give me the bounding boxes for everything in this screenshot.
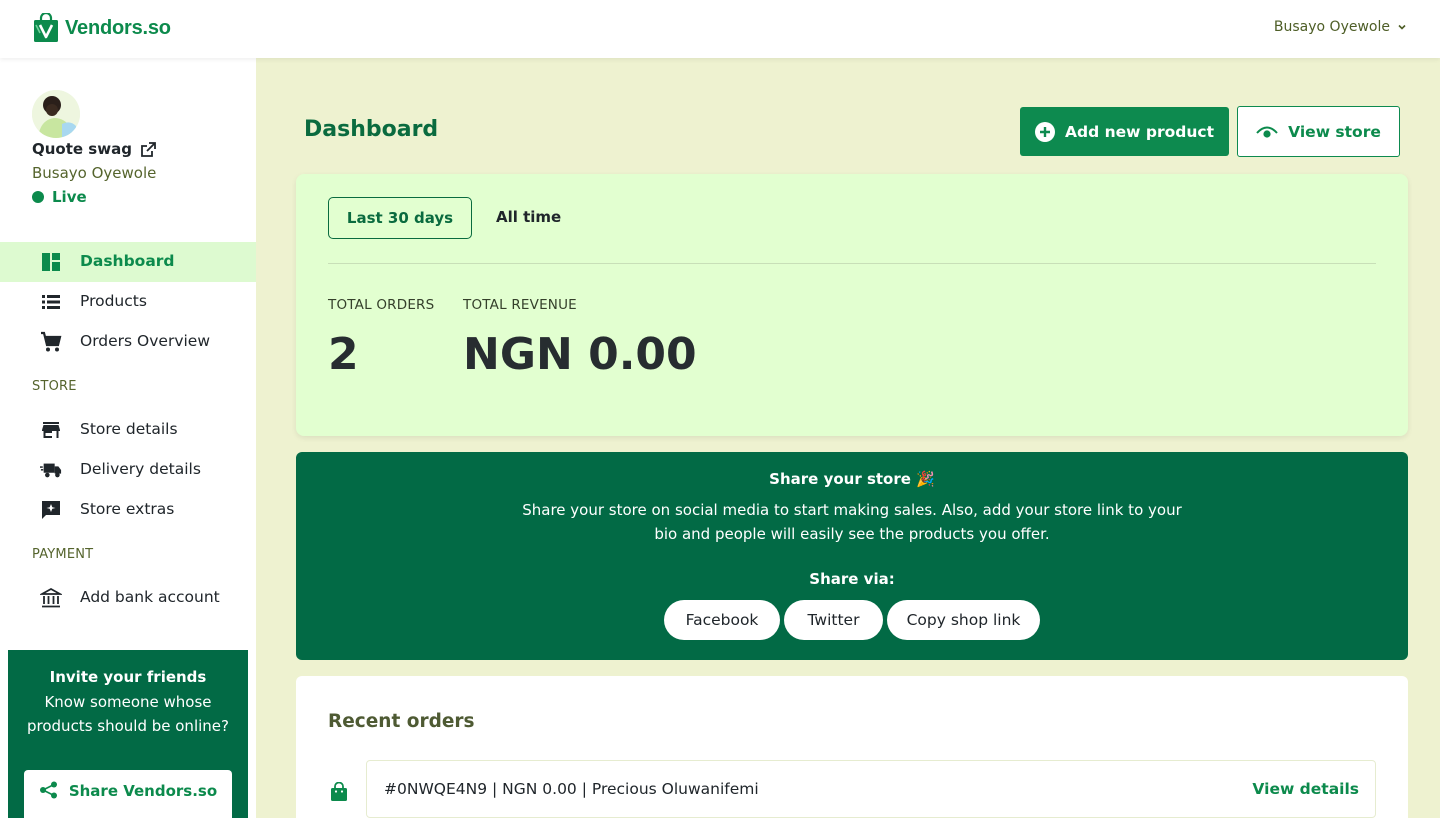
user-menu-name: Busayo Oyewole [1273,19,1390,35]
add-new-product-button[interactable]: Add new product [1020,107,1229,156]
copy-shop-link-button[interactable]: Copy shop link [887,600,1040,640]
share-store-description: Share your store on social media to star… [522,501,1182,543]
eye-icon [1256,126,1278,138]
invite-title: Invite your friends [49,668,207,686]
sparkle-icon [40,499,62,521]
view-store-button[interactable]: View store [1237,106,1400,157]
sidebar: Quote swag Busayo Oyewole Live Dashboard… [0,58,256,818]
total-revenue-label: TOTAL REVENUE [463,297,577,313]
total-revenue-value: NGN 0.00 [463,329,697,380]
store-status: Live [32,188,87,206]
sidebar-item-orders-overview[interactable]: Orders Overview [0,322,256,362]
sidebar-item-label: Delivery details [80,460,201,478]
external-link-icon [141,141,156,157]
tab-all-time[interactable]: All time [496,208,561,226]
sidebar-item-add-bank-account[interactable]: Add bank account [0,578,256,618]
storefront-icon [40,419,62,441]
store-name-label: Quote swag [32,140,132,158]
avatar[interactable] [32,90,80,138]
share-facebook-button[interactable]: Facebook [664,600,780,640]
total-orders-label: TOTAL ORDERS [328,297,435,313]
plus-circle-icon [1035,121,1056,142]
user-menu[interactable]: Busayo Oyewole [1274,19,1408,35]
tab-last-30-days[interactable]: Last 30 days [328,197,472,239]
sidebar-item-delivery-details[interactable]: Delivery details [0,450,256,490]
sidebar-item-label: Orders Overview [80,332,211,350]
section-label-payment: PAYMENT [32,547,94,562]
order-summary: #0NWQE4N9 | NGN 0.00 | Precious Oluwanif… [384,780,759,798]
recent-orders-title: Recent orders [328,711,475,732]
brand-name: Vendors.so [65,16,171,39]
page-title: Dashboard [304,117,439,142]
share-twitter-button[interactable]: Twitter [784,600,883,640]
invite-text: Know someone whose products should be on… [27,693,229,735]
total-orders-value: 2 [328,329,359,380]
shopping-bag-logo-icon [34,13,58,42]
owner-name: Busayo Oyewole [32,164,157,182]
share-vendors-label: Share Vendors.so [68,782,218,800]
sidebar-item-label: Dashboard [80,252,175,270]
share-vendors-button[interactable]: Share Vendors.so [24,770,232,818]
recent-orders-card: Recent orders #0NWQE4N9 | NGN 0.00 | Pre… [296,676,1408,818]
bank-icon [40,587,62,609]
sidebar-item-label: Store details [80,420,178,438]
sidebar-item-label: Products [80,292,147,310]
table-row[interactable]: #0NWQE4N9 | NGN 0.00 | Precious Oluwanif… [366,760,1376,818]
view-store-label: View store [1288,122,1381,141]
store-name[interactable]: Quote swag [32,140,157,158]
avatar-photo [32,90,80,138]
store-status-label: Live [52,188,87,206]
view-details-link[interactable]: View details [1252,780,1359,798]
share-store-card: Share your store 🎉 Share your store on s… [296,452,1408,660]
brand-logo[interactable]: Vendors.so [32,13,171,43]
share-via-label: Share via: [809,570,895,588]
share-icon [39,781,57,799]
share-buttons: Facebook Twitter Copy shop link [296,600,1408,640]
sidebar-item-store-extras[interactable]: Store extras [0,490,256,530]
cart-icon [40,331,62,353]
sidebar-item-store-details[interactable]: Store details [0,410,256,450]
sidebar-item-label: Add bank account [80,588,220,606]
dashboard-icon [40,251,62,273]
top-bar: Vendors.so Busayo Oyewole [0,0,1440,58]
chevron-down-icon [1398,24,1406,30]
list-icon [40,291,62,313]
sidebar-item-label: Store extras [80,500,175,518]
share-store-title: Share your store 🎉 [769,470,935,488]
truck-icon [40,459,62,481]
stats-card: Last 30 days All time TOTAL ORDERS 2 TOT… [296,174,1408,436]
live-dot-icon [32,191,44,203]
sidebar-item-dashboard[interactable]: Dashboard [0,242,256,282]
section-label-store: STORE [32,379,77,394]
invite-card: Invite your friends Know someone whose p… [8,650,248,818]
shopping-bag-icon [331,782,347,801]
stats-divider [328,263,1376,264]
sidebar-item-products[interactable]: Products [0,282,256,322]
add-new-product-label: Add new product [1065,122,1214,141]
